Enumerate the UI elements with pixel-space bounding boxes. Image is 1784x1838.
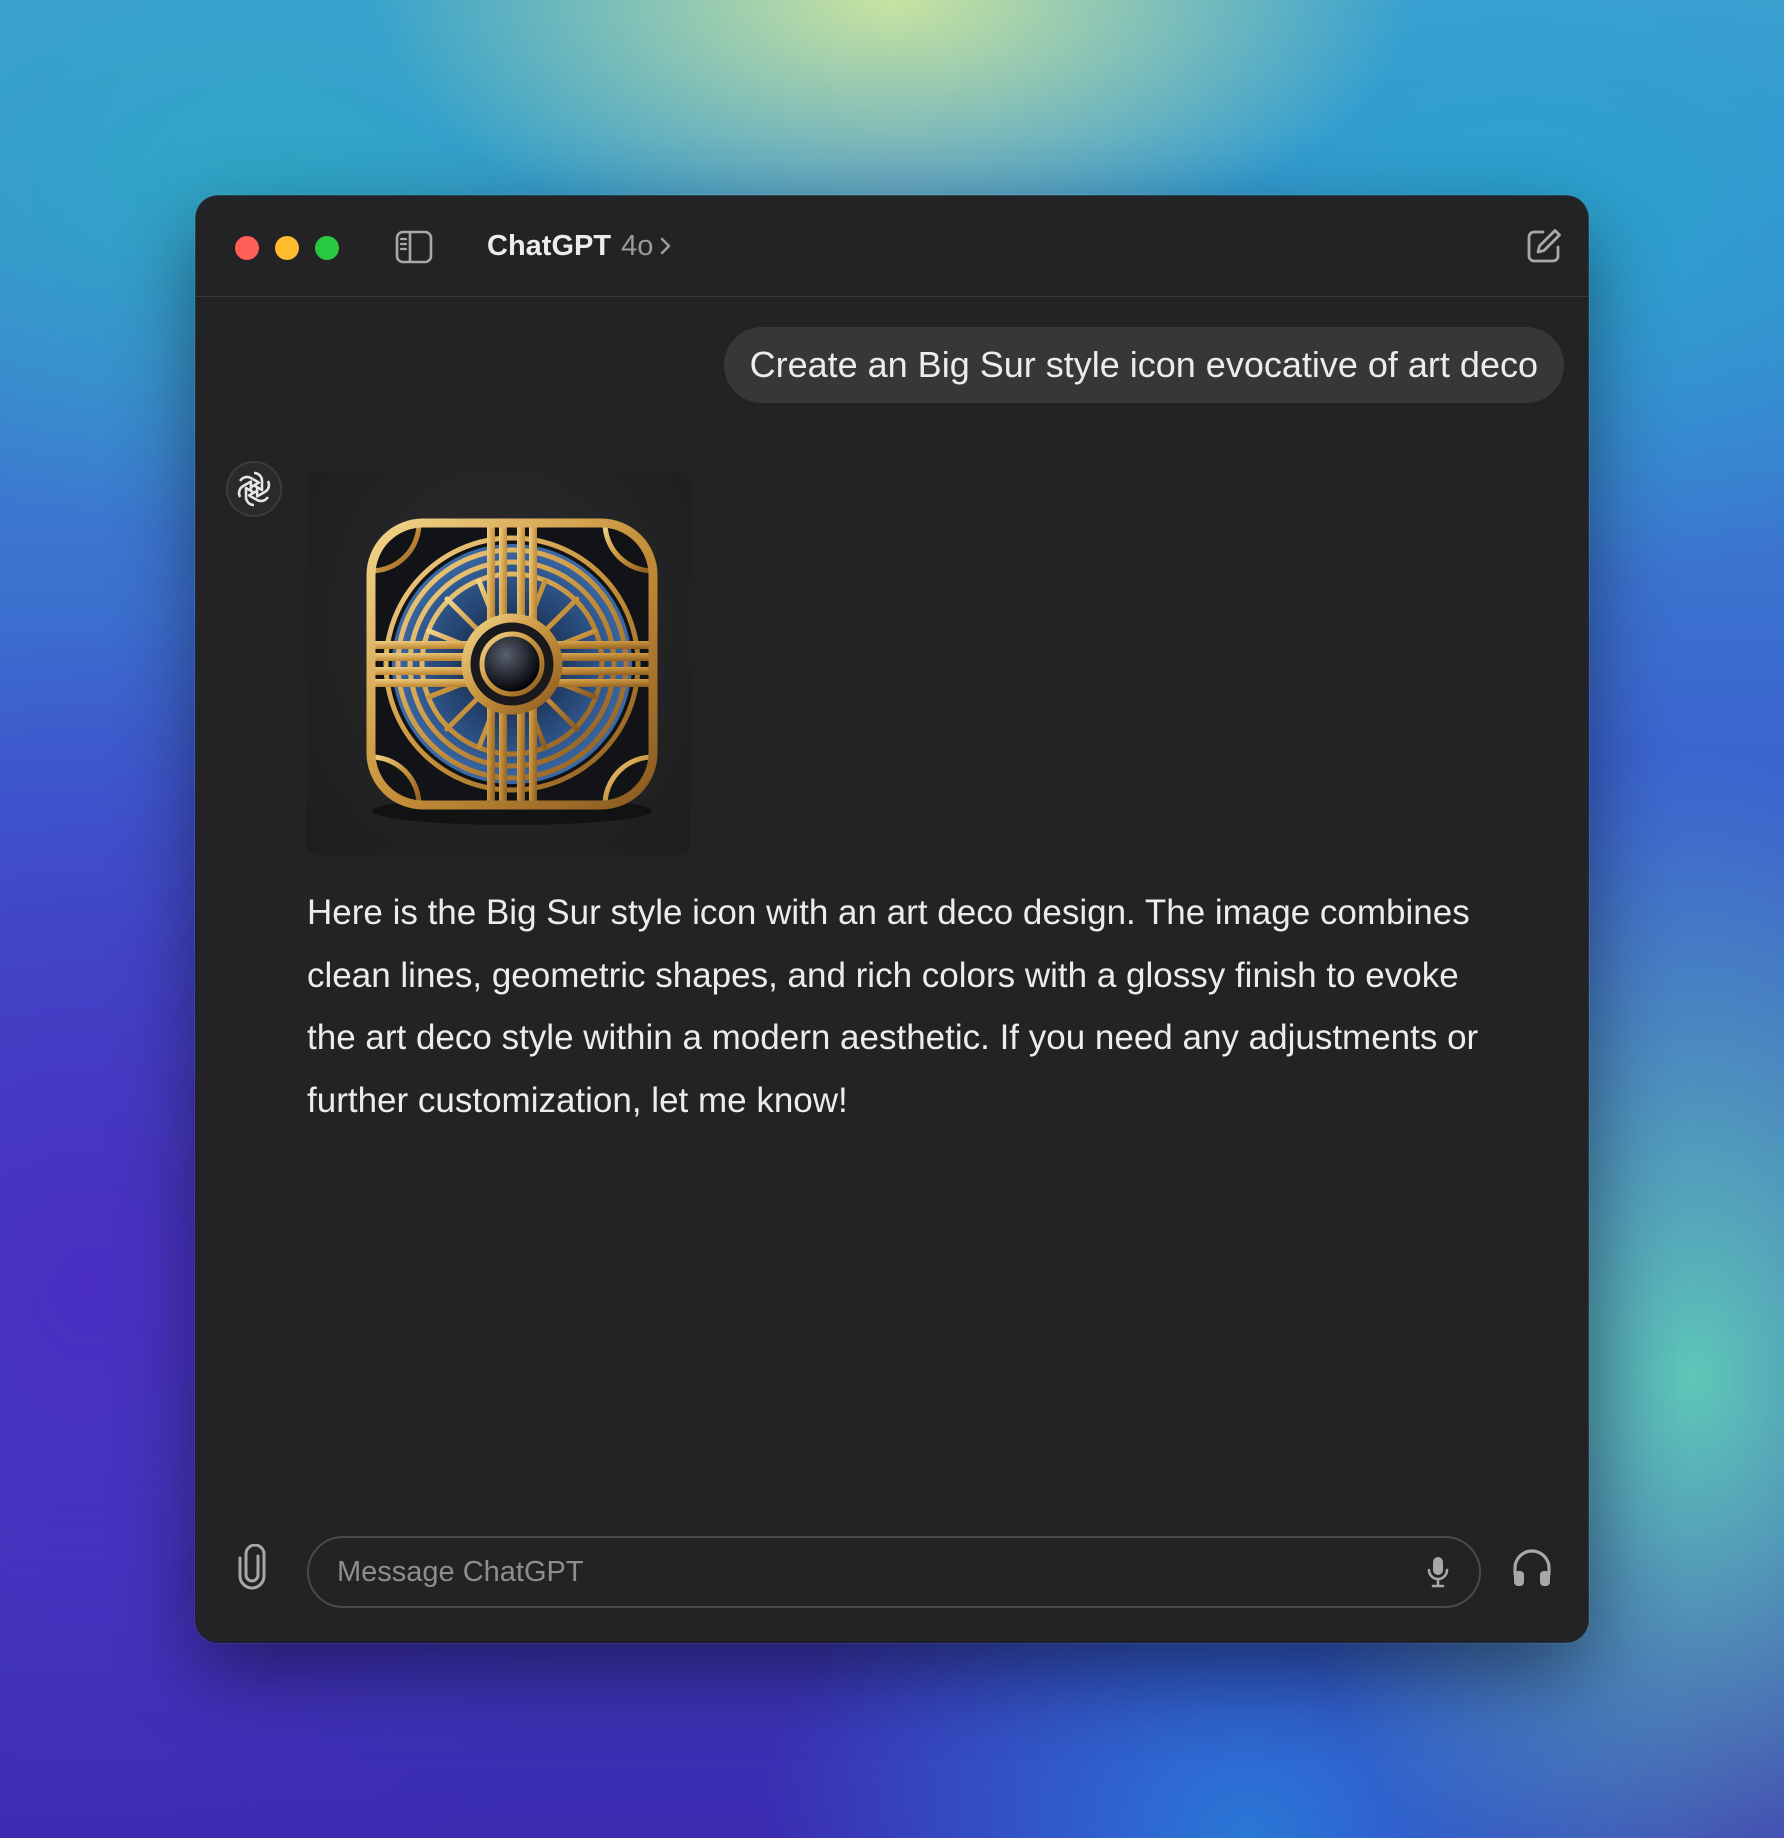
message-input[interactable]	[337, 1538, 1387, 1606]
compose-icon	[1527, 229, 1561, 263]
model-label: 4o	[621, 229, 654, 262]
attach-button[interactable]	[234, 1543, 270, 1590]
openai-logo-icon	[237, 471, 271, 507]
sidebar-toggle-button[interactable]	[395, 229, 433, 265]
assistant-message-text: Here is the Big Sur style icon with an a…	[307, 893, 1479, 1120]
zoom-window-button[interactable]	[315, 236, 339, 260]
minimize-window-button[interactable]	[275, 236, 299, 260]
composer	[196, 1502, 1588, 1642]
headphones-icon	[1513, 1549, 1551, 1586]
microphone-icon	[1427, 1557, 1449, 1588]
generated-image[interactable]	[307, 471, 691, 855]
titlebar: ChatGPT 4o	[196, 196, 1588, 297]
new-chat-button[interactable]	[1524, 226, 1564, 266]
dictation-button[interactable]	[1425, 1555, 1451, 1591]
close-window-button[interactable]	[235, 236, 259, 260]
model-selector[interactable]: ChatGPT 4o	[487, 226, 673, 266]
sidebar-toggle-icon	[395, 230, 433, 264]
message-input-container	[307, 1536, 1481, 1608]
user-message-text: Create an Big Sur style icon evocative o…	[749, 344, 1538, 385]
chatgpt-window: ChatGPT 4o Create an Big Sur style icon …	[196, 196, 1588, 1642]
assistant-avatar	[226, 461, 282, 517]
app-title: ChatGPT	[487, 229, 612, 262]
user-message-bubble: Create an Big Sur style icon evocative o…	[723, 327, 1564, 403]
chevron-right-icon	[661, 237, 671, 255]
voice-mode-button[interactable]	[1510, 1546, 1554, 1590]
art-deco-icon-illustration	[366, 518, 658, 825]
paperclip-icon	[238, 1543, 266, 1590]
